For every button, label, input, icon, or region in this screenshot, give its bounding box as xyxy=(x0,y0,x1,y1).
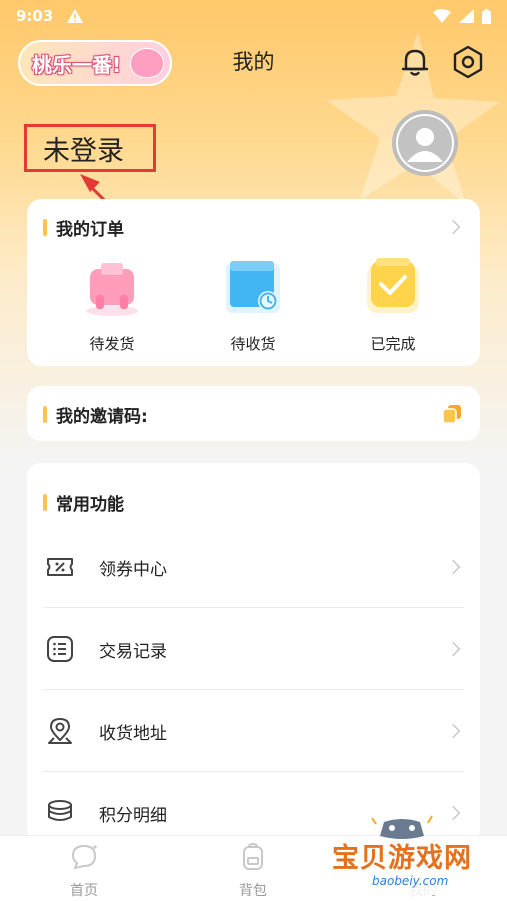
functions-section-title: 常用功能 xyxy=(43,490,124,515)
settings-gear-icon[interactable] xyxy=(450,44,486,80)
watermark-url: baobeiy.com xyxy=(372,874,449,888)
function-label: 积分明细 xyxy=(99,805,167,826)
chevron-right-icon[interactable] xyxy=(445,219,461,235)
order-completed[interactable]: 已完成 xyxy=(348,255,438,354)
avatar-placeholder-icon xyxy=(396,114,454,172)
order-label: 已完成 xyxy=(370,335,416,353)
section-accent-bar xyxy=(43,406,47,423)
chevron-right-icon xyxy=(445,559,461,575)
pending-receipt-icon xyxy=(226,261,280,313)
invite-code-card: 我的邀请码: xyxy=(27,386,480,441)
orders-title: 我的订单 xyxy=(56,220,124,240)
status-time: 9:03 xyxy=(16,7,54,25)
function-row-coupons[interactable]: 领券中心 xyxy=(43,526,464,608)
section-accent-bar xyxy=(43,494,47,511)
signal-icon xyxy=(459,9,474,23)
nav-label: 背包 xyxy=(239,883,267,899)
orders-card: 我的订单 待发货 待收货 已完成 xyxy=(27,199,480,366)
wifi-icon xyxy=(433,9,451,23)
avatar[interactable] xyxy=(392,110,458,176)
points-coins-icon xyxy=(48,800,72,821)
orders-section-title[interactable]: 我的订单 xyxy=(43,215,124,240)
chevron-right-icon xyxy=(445,641,461,657)
chevron-right-icon xyxy=(445,723,461,739)
function-label: 收货地址 xyxy=(99,723,167,744)
warning-icon xyxy=(67,9,84,23)
function-row-address[interactable]: 收货地址 xyxy=(43,690,464,772)
status-bar: 9:03 xyxy=(0,0,507,32)
function-label: 领券中心 xyxy=(99,559,167,580)
function-row-transactions[interactable]: 交易记录 xyxy=(43,608,464,690)
nav-label: 首页 xyxy=(70,883,98,899)
home-chat-icon xyxy=(71,844,97,870)
location-pin-icon xyxy=(48,718,72,744)
battery-icon xyxy=(482,8,491,24)
bell-icon[interactable] xyxy=(397,44,433,80)
invite-title: 我的邀请码: xyxy=(56,407,148,427)
function-label: 交易记录 xyxy=(99,641,167,662)
common-functions-card: 常用功能 领券中心 交易记录 收货地址 积分明细 xyxy=(27,463,480,843)
transaction-list-icon xyxy=(47,636,73,662)
order-label: 待发货 xyxy=(89,335,135,353)
completed-icon xyxy=(367,258,419,313)
order-pending-shipment[interactable]: 待发货 xyxy=(67,255,157,354)
invite-section-title: 我的邀请码: xyxy=(43,402,148,427)
nav-tab-backpack[interactable]: 背包 xyxy=(213,842,293,900)
backpack-icon xyxy=(243,842,263,870)
section-accent-bar xyxy=(43,219,47,236)
order-pending-receipt[interactable]: 待收货 xyxy=(208,255,298,354)
functions-title: 常用功能 xyxy=(56,495,124,515)
watermark-text: 宝贝游戏网 xyxy=(332,843,472,874)
nav-tab-home[interactable]: 首页 xyxy=(44,842,124,900)
coupon-icon xyxy=(47,558,73,576)
pending-shipment-icon xyxy=(86,263,138,316)
copy-icon[interactable] xyxy=(442,404,462,424)
order-label: 待收货 xyxy=(230,335,276,353)
site-watermark: 宝贝游戏网 baobeiy.com xyxy=(322,808,507,901)
